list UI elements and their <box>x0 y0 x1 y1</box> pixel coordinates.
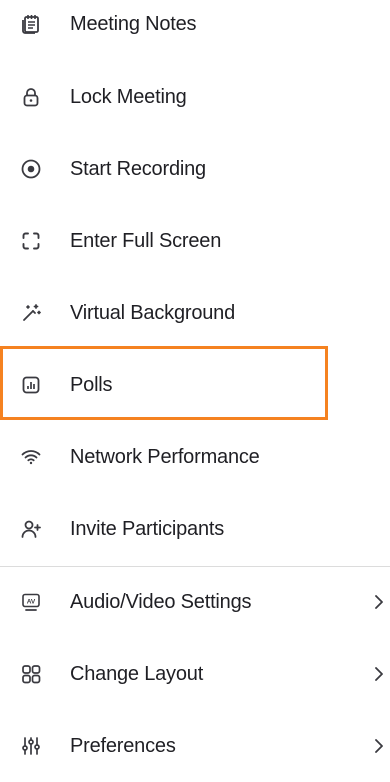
more-options-menu: Meeting Notes Lock Meeting Start Recordi… <box>0 0 390 760</box>
add-user-icon <box>20 518 42 540</box>
menu-item-invite-participants[interactable]: Invite Participants <box>0 493 390 565</box>
wifi-icon <box>20 446 42 468</box>
menu-item-polls[interactable]: Polls <box>0 349 390 421</box>
menu-item-label: Virtual Background <box>70 301 236 324</box>
menu-item-start-recording[interactable]: Start Recording <box>0 133 390 205</box>
menu-item-label: Invite Participants <box>70 517 225 540</box>
menu-item-label: Audio/Video Settings <box>70 590 252 613</box>
menu-item-label: Polls <box>70 373 113 396</box>
svg-text:AV: AV <box>27 599 36 606</box>
record-icon <box>20 158 42 180</box>
menu-item-meeting-notes[interactable]: Meeting Notes <box>0 0 390 60</box>
chevron-right-icon <box>372 593 386 611</box>
lock-icon <box>20 86 42 108</box>
menu-item-preferences[interactable]: Preferences <box>0 710 390 782</box>
menu-item-label: Meeting Notes <box>70 12 197 35</box>
chevron-right-icon <box>372 665 386 683</box>
fullscreen-icon <box>20 230 42 252</box>
sliders-icon <box>20 735 42 757</box>
av-settings-icon: AV <box>20 591 42 613</box>
menu-item-label: Lock Meeting <box>70 85 187 108</box>
menu-item-network-performance[interactable]: Network Performance <box>0 421 390 493</box>
menu-item-label: Enter Full Screen <box>70 229 222 252</box>
menu-item-audio-video-settings[interactable]: AV Audio/Video Settings <box>0 566 390 638</box>
menu-item-label: Start Recording <box>70 157 206 180</box>
menu-item-label: Preferences <box>70 734 176 757</box>
poll-icon <box>20 374 42 396</box>
chevron-right-icon <box>372 737 386 755</box>
menu-item-enter-full-screen[interactable]: Enter Full Screen <box>0 205 390 277</box>
menu-item-label: Network Performance <box>70 445 260 468</box>
notes-icon <box>20 13 42 35</box>
menu-item-change-layout[interactable]: Change Layout <box>0 638 390 710</box>
layout-grid-icon <box>20 663 42 685</box>
magic-wand-icon <box>20 302 42 324</box>
menu-item-lock-meeting[interactable]: Lock Meeting <box>0 61 390 133</box>
menu-item-label: Change Layout <box>70 662 204 685</box>
menu-item-virtual-background[interactable]: Virtual Background <box>0 277 390 349</box>
